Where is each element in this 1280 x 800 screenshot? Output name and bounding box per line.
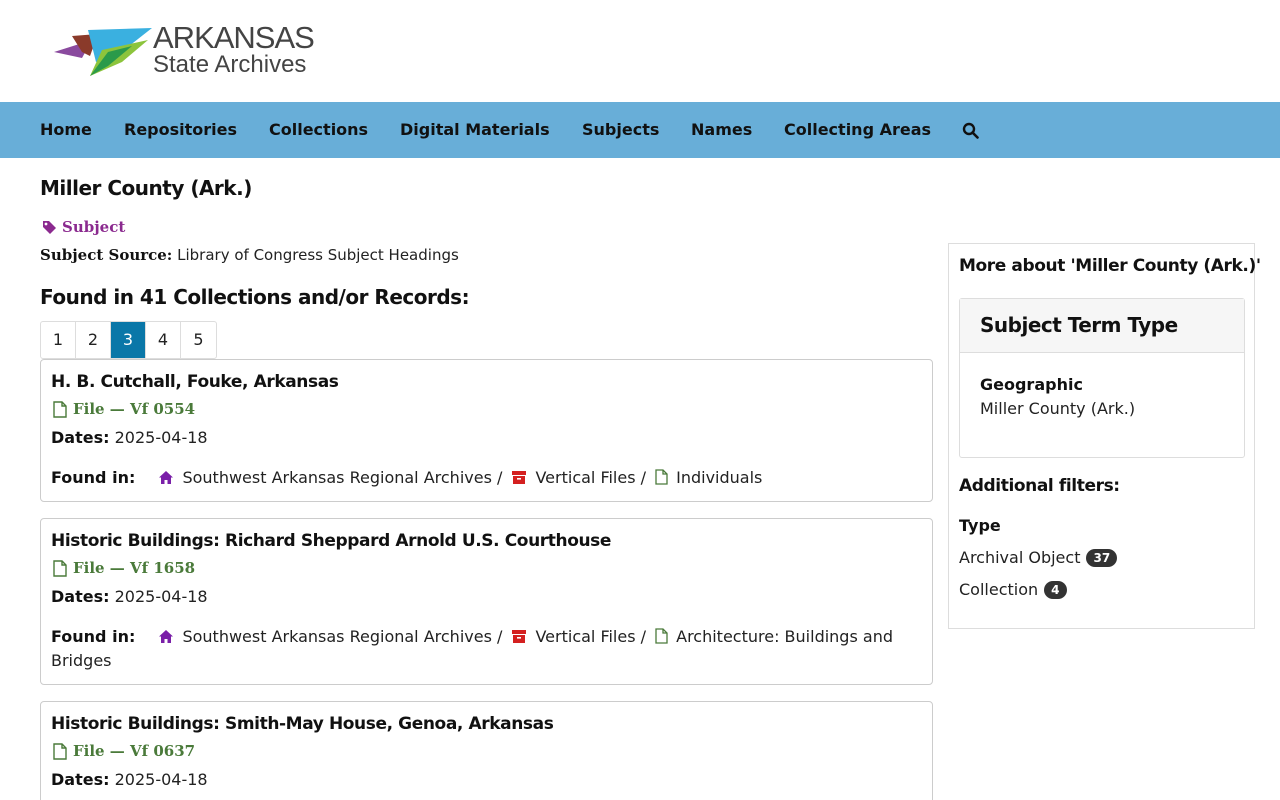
nav-names[interactable]: Names — [691, 102, 752, 158]
subject-term-type-card: Subject Term Type Geographic Miller Coun… — [959, 298, 1245, 458]
filter-count-badge: 4 — [1044, 580, 1067, 599]
record-type-label: File — Vf 0637 — [73, 742, 196, 760]
dates-label: Dates: — [51, 770, 110, 789]
file-icon — [655, 628, 668, 644]
additional-filters-title: Additional filters: — [959, 476, 1120, 496]
file-icon — [53, 400, 67, 418]
filter-collection[interactable]: Collection 4 — [959, 580, 1067, 599]
subject-badge: Subject — [42, 217, 125, 237]
nav-home[interactable]: Home — [40, 102, 92, 158]
found-in-subseries[interactable]: Individuals — [676, 468, 762, 487]
record-dates: Dates: 2025-04-18 — [51, 770, 208, 789]
subject-source-value: Library of Congress Subject Headings — [177, 246, 459, 264]
record-found-in: Found in: Southwest Arkansas Regional Ar… — [51, 466, 911, 490]
search-icon[interactable] — [962, 122, 979, 139]
card-title: Subject Term Type — [980, 313, 1178, 337]
record-type-label: File — Vf 0554 — [73, 400, 196, 418]
site-header: ARKANSAS State Archives — [0, 0, 1280, 102]
record-title[interactable]: H. B. Cutchall, Fouke, Arkansas — [51, 372, 339, 392]
record-type: File — Vf 0637 — [53, 742, 195, 760]
home-icon — [159, 630, 174, 643]
filter-label[interactable]: Archival Object — [959, 548, 1080, 567]
nav-subjects[interactable]: Subjects — [582, 102, 659, 158]
filter-type-label: Type — [959, 516, 1001, 535]
filter-label[interactable]: Collection — [959, 580, 1038, 599]
record-item: Historic Buildings: Smith-May House, Gen… — [40, 701, 933, 800]
logo-mark-icon — [54, 28, 152, 76]
card-header: Subject Term Type — [960, 299, 1244, 353]
record-type: File — Vf 0554 — [53, 400, 195, 418]
file-icon — [53, 742, 67, 760]
page-link-3[interactable]: 3 — [111, 322, 146, 358]
found-heading: Found in 41 Collections and/or Records: — [40, 285, 470, 309]
sidebar-title: More about 'Miller County (Ark.)' — [959, 256, 1261, 276]
subject-source-label: Subject Source: — [40, 246, 173, 264]
badge-label: Subject — [62, 218, 126, 236]
filter-count-badge: 37 — [1086, 548, 1118, 567]
record-found-in: Found in: Southwest Arkansas Regional Ar… — [51, 627, 893, 670]
nav-collections[interactable]: Collections — [269, 102, 368, 158]
record-dates: Dates: 2025-04-18 — [51, 587, 208, 606]
page-link-5[interactable]: 5 — [181, 322, 216, 358]
tag-icon — [43, 220, 56, 234]
record-item: H. B. Cutchall, Fouke, Arkansas File — V… — [40, 359, 933, 502]
record-type: File — Vf 1658 — [53, 559, 195, 577]
nav-digital-materials[interactable]: Digital Materials — [400, 102, 550, 158]
found-in-series[interactable]: Vertical Files — [535, 627, 635, 646]
found-in-repository[interactable]: Southwest Arkansas Regional Archives — [182, 468, 491, 487]
record-title[interactable]: Historic Buildings: Smith-May House, Gen… — [51, 714, 554, 734]
main-nav: Home Repositories Collections Digital Ma… — [0, 102, 1280, 158]
record-type-label: File — Vf 1658 — [73, 559, 196, 577]
archive-box-icon — [512, 471, 527, 484]
term-type-label: Geographic — [980, 375, 1083, 394]
file-icon — [53, 559, 67, 577]
found-in-repository[interactable]: Southwest Arkansas Regional Archives — [182, 627, 491, 646]
home-icon — [159, 471, 174, 484]
nav-repositories[interactable]: Repositories — [124, 102, 237, 158]
found-in-series[interactable]: Vertical Files — [535, 468, 635, 487]
found-in-label: Found in: — [51, 468, 136, 487]
dates-value: 2025-04-18 — [114, 587, 208, 606]
dates-value: 2025-04-18 — [114, 770, 208, 789]
pagination: 1 2 3 4 5 — [40, 321, 217, 359]
site-logo[interactable]: ARKANSAS State Archives — [52, 22, 322, 82]
term-type-value: Miller County (Ark.) — [980, 399, 1136, 418]
record-title[interactable]: Historic Buildings: Richard Sheppard Arn… — [51, 531, 611, 551]
sidebar: More about 'Miller County (Ark.)' Subjec… — [948, 243, 1261, 629]
found-in-label: Found in: — [51, 627, 136, 646]
nav-collecting-areas[interactable]: Collecting Areas — [784, 102, 931, 158]
filter-archival-object[interactable]: Archival Object 37 — [959, 548, 1118, 567]
page-link-4[interactable]: 4 — [146, 322, 181, 358]
subject-source: Subject Source: Library of Congress Subj… — [40, 246, 459, 264]
page-title: Miller County (Ark.) — [40, 176, 252, 200]
file-icon — [655, 469, 668, 485]
record-dates: Dates: 2025-04-18 — [51, 428, 208, 447]
logo-line1: ARKANSAS — [153, 20, 315, 55]
dates-label: Dates: — [51, 428, 110, 447]
dates-label: Dates: — [51, 587, 110, 606]
record-item: Historic Buildings: Richard Sheppard Arn… — [40, 518, 933, 685]
archive-box-icon — [512, 630, 527, 643]
logo-line2: State Archives — [153, 51, 307, 78]
dates-value: 2025-04-18 — [114, 428, 208, 447]
page-link-2[interactable]: 2 — [76, 322, 111, 358]
page-link-1[interactable]: 1 — [41, 322, 76, 358]
